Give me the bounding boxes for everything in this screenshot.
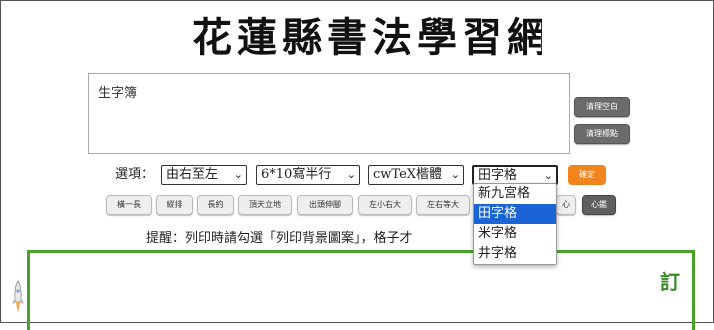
mode-button[interactable]: 心 (556, 195, 576, 215)
layout-select[interactable]: 6*10寫半行 ⌄ (256, 165, 360, 185)
chevron-down-icon: ⌄ (346, 168, 356, 181)
site-title: 花蓮縣書法學習網 (192, 14, 542, 61)
chevron-down-icon: ⌄ (450, 168, 460, 181)
grid-select-value: 田字格 (478, 168, 518, 183)
mode-button[interactable]: 頂天立地 (238, 195, 292, 215)
font-select-value: cwTeX楷體 (373, 167, 443, 182)
mode-button[interactable]: 出頭伸腳 (297, 195, 353, 215)
text-input[interactable] (88, 73, 570, 154)
clear-punctuation-button[interactable]: 清理標點 (574, 124, 630, 144)
direction-select[interactable]: 由右至左 ⌄ (161, 165, 247, 185)
mode-button[interactable]: 長約 (197, 195, 234, 215)
print-tip: 提醒：列印時請勾選「列印背景圖案」，格子才。 (146, 230, 512, 248)
grid-option-selected[interactable]: 田字格 (474, 204, 556, 224)
mode-button[interactable]: 左小右大 (358, 195, 412, 215)
rocket-icon[interactable] (11, 280, 25, 314)
direction-select-value: 由右至左 (166, 167, 219, 182)
font-select[interactable]: cwTeX楷體 ⌄ (368, 165, 464, 185)
confirm-button[interactable]: 確定 (568, 165, 606, 185)
mode-button[interactable]: 橫一長 (106, 195, 152, 215)
grid-option[interactable]: 米字格 (474, 224, 556, 244)
layout-select-value: 6*10寫半行 (261, 167, 332, 182)
tip-text: 提醒：列印時請勾選「列印背景圖案」，格子才 (146, 231, 413, 246)
grid-select[interactable]: 田字格 ⌄ (472, 165, 558, 185)
mode-button[interactable]: 縱排 (156, 195, 193, 215)
preview-area: 訂 (27, 250, 695, 330)
options-label: 選項： (115, 167, 155, 182)
heart-mirror-button[interactable]: 心鑑 (582, 195, 616, 215)
grid-option[interactable]: 新九宮格 (474, 184, 556, 204)
clear-whitespace-button[interactable]: 清理空白 (574, 97, 630, 117)
grid-dropdown-list: 新九宮格 田字格 米字格 井字格 (473, 183, 557, 265)
preview-character: 訂 (660, 270, 680, 294)
grid-option[interactable]: 井字格 (474, 244, 556, 264)
chevron-down-icon: ⌄ (233, 168, 243, 181)
mode-button[interactable]: 左右等大 (416, 195, 470, 215)
